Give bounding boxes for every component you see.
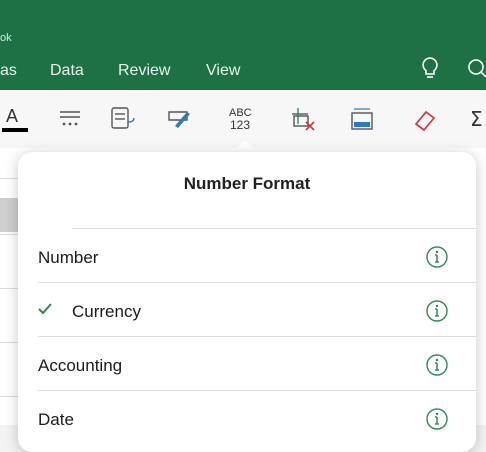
autofit-column-button[interactable] [348,104,380,136]
autosum-button[interactable]: Σ [470,104,486,136]
grid-line [0,178,20,179]
search-icon[interactable] [466,55,486,88]
grid-line [0,396,20,397]
format-option-accounting[interactable]: Accounting [18,336,476,390]
info-icon[interactable] [426,408,448,430]
info-icon[interactable] [426,246,448,268]
format-option-label: Number [38,248,99,267]
font-color-button[interactable]: A [2,104,34,136]
grid-line [0,342,20,343]
selected-cell-header [0,198,20,232]
format-option-label: Currency [72,302,141,321]
lightbulb-icon[interactable] [419,55,441,88]
ribbon-header: ok as Data Review View [0,0,486,90]
grid-line [0,234,20,235]
format-option-label: Accounting [38,356,123,375]
clear-eraser-button[interactable] [410,104,442,136]
number-format-button[interactable]: ABC 123 [226,104,258,136]
info-icon[interactable] [426,354,448,376]
format-option-date[interactable]: Date [18,390,476,444]
tab-review[interactable]: Review [118,62,170,80]
merge-cells-button[interactable] [288,104,320,136]
document-title: ok [0,32,12,44]
font-color-glyph: A [6,106,18,126]
tab-data[interactable]: Data [50,62,84,80]
sigma-glyph: Σ [470,107,483,131]
format-painter-button[interactable] [166,104,198,136]
wrap-text-button[interactable] [108,104,140,136]
popover-title: Number Format [183,174,311,193]
number-label: 123 [230,118,250,132]
grid-line [0,288,20,289]
info-icon[interactable] [426,300,448,322]
tab-view[interactable]: View [206,62,240,80]
checkmark-icon [36,300,54,323]
alignment-button[interactable] [56,104,88,136]
format-option-label: Date [38,410,74,429]
number-format-popover: Number Format Number Currency Accounting… [18,152,476,452]
format-option-currency[interactable]: Currency [18,282,476,336]
tab-formulas[interactable]: as [0,62,17,80]
format-option-number[interactable]: Number [18,228,476,282]
